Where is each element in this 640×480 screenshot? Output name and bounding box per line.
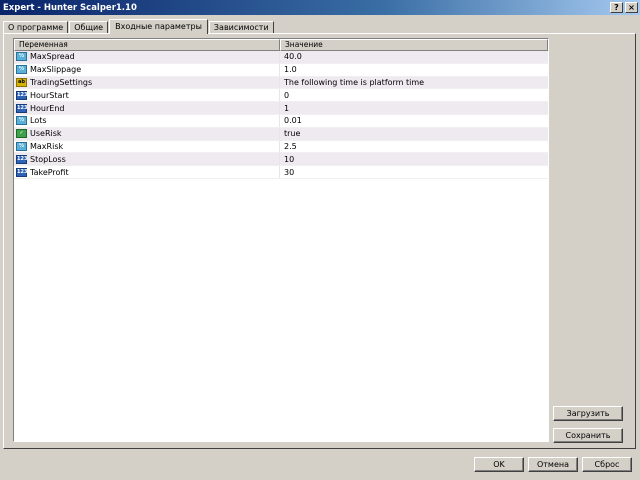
integer-type-icon: 123 [16,103,28,113]
parameter-value-cell[interactable]: 2.5 [280,142,548,151]
parameter-name-cell[interactable]: ½ Lots [14,114,280,127]
integer-type-icon: 123 [16,154,28,164]
parameter-row[interactable]: 123 StopLoss 10 [14,153,548,167]
cancel-button[interactable]: Отмена [528,457,578,472]
ok-button[interactable]: OK [474,457,524,472]
title-bar[interactable]: Expert - Hunter Scalper1.10 ? × [0,0,640,15]
parameter-name-cell[interactable]: ½ MaxRisk [14,140,280,153]
parameter-name: StopLoss [30,154,66,164]
parameter-value-cell[interactable]: true [280,129,548,138]
parameter-value-cell[interactable]: 1 [280,104,548,113]
parameter-row[interactable]: 123 TakeProfit 30 [14,166,548,179]
double-type-icon: ½ [16,116,27,126]
load-button[interactable]: Загрузить [553,406,623,421]
parameter-name-cell[interactable]: 123 HourEnd [14,102,280,114]
parameter-row[interactable]: 123 HourStart 0 [14,89,548,103]
parameter-name-cell[interactable]: ½ MaxSpread [14,51,280,63]
column-header-variable[interactable]: Переменная [14,39,280,51]
parameter-name: MaxSlippage [30,65,82,75]
parameter-name-cell[interactable]: 123 HourStart [14,89,280,102]
parameter-value-cell[interactable]: The following time is platform time [280,78,548,87]
parameter-value-cell[interactable]: 1.0 [280,65,548,74]
grid-header: Переменная Значение [14,39,548,51]
parameter-name: Lots [30,116,47,126]
parameter-name: TradingSettings [30,77,93,87]
parameter-name: MaxSpread [30,52,75,62]
parameter-name: TakeProfit [30,167,69,177]
tab-strip: О программе Общие Входные параметры Зави… [3,19,275,34]
integer-type-icon: 123 [16,167,28,177]
string-type-icon: ab [16,77,27,87]
close-button[interactable]: × [625,2,638,13]
parameter-value-cell[interactable]: 40.0 [280,52,548,61]
parameter-name: HourStart [30,90,69,100]
parameter-row[interactable]: ½ MaxRisk 2.5 [14,140,548,154]
grid-body: ½ MaxSpread 40.0 ½ MaxSlippage 1.0 ab TradingSe… [14,51,548,179]
parameter-value-cell[interactable]: 10 [280,155,548,164]
parameter-row[interactable]: ½ MaxSlippage 1.0 [14,63,548,77]
tab-inputs[interactable]: Входные параметры [109,19,208,34]
parameter-name: HourEnd [30,103,65,113]
double-type-icon: ½ [16,141,27,151]
reset-button[interactable]: Сброс [582,457,632,472]
parameter-value-cell[interactable]: 30 [280,168,548,177]
parameter-row[interactable]: ✓ UseRisk true [14,127,548,141]
parameter-name-cell[interactable]: 123 StopLoss [14,153,280,166]
window-title: Expert - Hunter Scalper1.10 [3,2,137,13]
parameter-name-cell[interactable]: 123 TakeProfit [14,166,280,178]
parameter-name-cell[interactable]: ab TradingSettings [14,76,280,89]
parameter-value-cell[interactable]: 0.01 [280,116,548,125]
bool-type-icon: ✓ [16,129,27,139]
column-header-value[interactable]: Значение [280,39,548,51]
double-type-icon: ½ [16,52,27,62]
save-button[interactable]: Сохранить [553,428,623,443]
parameter-row[interactable]: ab TradingSettings The following time is p… [14,76,548,90]
parameter-value-cell[interactable]: 0 [280,91,548,100]
help-button[interactable]: ? [610,2,623,13]
parameter-name: UseRisk [30,129,62,139]
parameter-row[interactable]: 123 HourEnd 1 [14,102,548,115]
integer-type-icon: 123 [16,90,28,100]
parameter-row[interactable]: ½ MaxSpread 40.0 [14,51,548,64]
parameters-grid: Переменная Значение ½ MaxSpread 40.0 ½ MaxSl… [13,38,549,442]
parameter-row[interactable]: ½ Lots 0.01 [14,114,548,128]
parameter-name-cell[interactable]: ✓ UseRisk [14,127,280,140]
parameter-name-cell[interactable]: ½ MaxSlippage [14,63,280,76]
double-type-icon: ½ [16,65,27,75]
parameter-name: MaxRisk [30,141,64,151]
